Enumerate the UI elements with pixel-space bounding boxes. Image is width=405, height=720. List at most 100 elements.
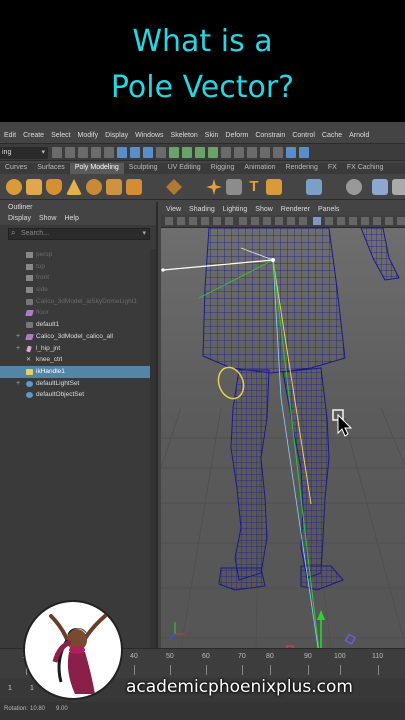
svg-tool-icon[interactable] <box>266 179 282 195</box>
outliner-menu-display[interactable]: Display <box>8 213 31 225</box>
panel-menu-show[interactable]: Show <box>255 204 273 215</box>
tab-animation[interactable]: Animation <box>239 163 280 174</box>
camera-select-icon[interactable] <box>165 217 173 225</box>
extract-icon[interactable] <box>392 179 405 195</box>
poly-cube-icon[interactable] <box>26 179 42 195</box>
type-tool-icon[interactable]: T <box>246 179 262 195</box>
snap-surface-icon[interactable] <box>208 147 218 158</box>
list-item[interactable]: ✕ knee_ctrl <box>0 354 150 366</box>
tab-surfaces[interactable]: Surfaces <box>32 163 70 174</box>
poly-plane-icon[interactable] <box>106 179 122 195</box>
snap-curve-icon[interactable] <box>182 147 192 158</box>
safe-action-icon[interactable] <box>299 217 307 225</box>
expand-icon[interactable]: + <box>16 378 20 390</box>
wireframe-on-shaded-icon[interactable] <box>337 217 345 225</box>
panel-menu-shading[interactable]: Shading <box>189 204 215 215</box>
image-plane-icon[interactable] <box>201 217 209 225</box>
platonic-icon[interactable] <box>166 179 182 195</box>
select-hierarchy-icon[interactable] <box>117 147 127 158</box>
save-scene-icon[interactable] <box>78 147 88 158</box>
list-item[interactable]: + Calico_3dModel_calico_all <box>0 331 150 343</box>
poly-cylinder-icon[interactable] <box>46 179 62 195</box>
outliner-search-input[interactable]: Search... ▾ <box>8 228 150 240</box>
history-icon[interactable] <box>221 147 231 158</box>
isolate-select-icon[interactable] <box>397 217 405 225</box>
2d-pan-icon[interactable] <box>213 217 221 225</box>
resolution-gate-icon[interactable] <box>263 217 271 225</box>
expand-icon[interactable]: + <box>16 343 20 355</box>
poly-torus-icon[interactable] <box>86 179 102 195</box>
tab-curves[interactable]: Curves <box>0 163 32 174</box>
menu-modify[interactable]: Modify <box>78 132 99 139</box>
tab-fx-caching[interactable]: FX Caching <box>342 163 389 174</box>
tab-rigging[interactable]: Rigging <box>206 163 240 174</box>
field-chart-icon[interactable] <box>287 217 295 225</box>
smooth-icon[interactable] <box>372 179 388 195</box>
new-scene-icon[interactable] <box>52 147 62 158</box>
undo-icon[interactable] <box>91 147 101 158</box>
panel-menu-lighting[interactable]: Lighting <box>223 204 248 215</box>
separate-icon[interactable] <box>346 179 362 195</box>
gate-mask-icon[interactable] <box>275 217 283 225</box>
snap-grid-icon[interactable] <box>169 147 179 158</box>
sweep-icon[interactable] <box>226 179 242 195</box>
menu-skeleton[interactable]: Skeleton <box>171 132 198 139</box>
menu-windows[interactable]: Windows <box>135 132 163 139</box>
list-item[interactable]: + defaultLightSet <box>0 378 150 390</box>
list-item[interactable]: top <box>0 261 150 273</box>
textured-icon[interactable] <box>349 217 357 225</box>
sidebar-toggle-icon[interactable] <box>286 147 296 158</box>
outliner-scrollbar[interactable] <box>150 249 156 709</box>
search-dropdown-icon[interactable]: ▾ <box>142 229 146 239</box>
poly-sphere-icon[interactable] <box>6 179 22 195</box>
camera-attr-icon[interactable] <box>177 217 185 225</box>
menu-set-dropdown[interactable]: ing <box>0 147 48 159</box>
select-object-icon[interactable] <box>130 147 140 158</box>
menu-control[interactable]: Control <box>292 132 315 139</box>
menu-deform[interactable]: Deform <box>225 132 248 139</box>
menu-select[interactable]: Select <box>51 132 70 139</box>
super-shape-icon[interactable] <box>206 179 222 195</box>
3d-viewport[interactable] <box>161 228 405 648</box>
redo-icon[interactable] <box>104 147 114 158</box>
tab-poly-modeling[interactable]: Poly Modeling <box>69 163 124 174</box>
menu-create[interactable]: Create <box>23 132 44 139</box>
layout-icon[interactable] <box>299 147 309 158</box>
tab-uv-editing[interactable]: UV Editing <box>163 163 206 174</box>
outliner-menu-show[interactable]: Show <box>39 213 57 225</box>
shadows-icon[interactable] <box>373 217 381 225</box>
list-item-selected[interactable]: ikHandle1 <box>0 365 150 378</box>
combine-icon[interactable] <box>306 179 322 195</box>
film-gate-icon[interactable] <box>251 217 259 225</box>
render-icon[interactable] <box>234 147 244 158</box>
poly-cone-icon[interactable] <box>66 179 82 195</box>
expand-icon[interactable]: + <box>16 331 20 343</box>
menu-skin[interactable]: Skin <box>205 132 219 139</box>
list-item[interactable]: defaultObjectSet <box>0 389 150 401</box>
panel-menu-panels[interactable]: Panels <box>318 204 339 215</box>
tab-rendering[interactable]: Rendering <box>281 163 323 174</box>
panel-menu-renderer[interactable]: Renderer <box>281 204 310 215</box>
open-scene-icon[interactable] <box>65 147 75 158</box>
smooth-shade-icon[interactable] <box>325 217 333 225</box>
tab-sculpting[interactable]: Sculpting <box>124 163 163 174</box>
menu-cache[interactable]: Cache <box>322 132 342 139</box>
grease-pencil-icon[interactable] <box>225 217 233 225</box>
menu-constrain[interactable]: Constrain <box>255 132 285 139</box>
list-item[interactable]: persp <box>0 249 150 261</box>
list-item[interactable]: Calico_3dModel_aiSkyDomeLight1 <box>0 296 150 308</box>
grid-icon[interactable] <box>239 217 247 225</box>
tab-fx[interactable]: FX <box>323 163 342 174</box>
wireframe-icon[interactable] <box>313 217 321 225</box>
hypershade-icon[interactable] <box>273 147 283 158</box>
list-item[interactable]: + l_hip_jnt <box>0 343 150 355</box>
range-start-field[interactable]: 1 <box>8 685 12 692</box>
panel-menu-view[interactable]: View <box>166 204 181 215</box>
menu-display[interactable]: Display <box>105 132 128 139</box>
render-settings-icon[interactable] <box>260 147 270 158</box>
poly-disc-icon[interactable] <box>126 179 142 195</box>
list-item[interactable]: default1 <box>0 319 150 331</box>
list-item[interactable]: front <box>0 272 150 284</box>
range-end-field[interactable]: 1 <box>30 685 34 692</box>
menu-edit[interactable]: Edit <box>4 132 16 139</box>
